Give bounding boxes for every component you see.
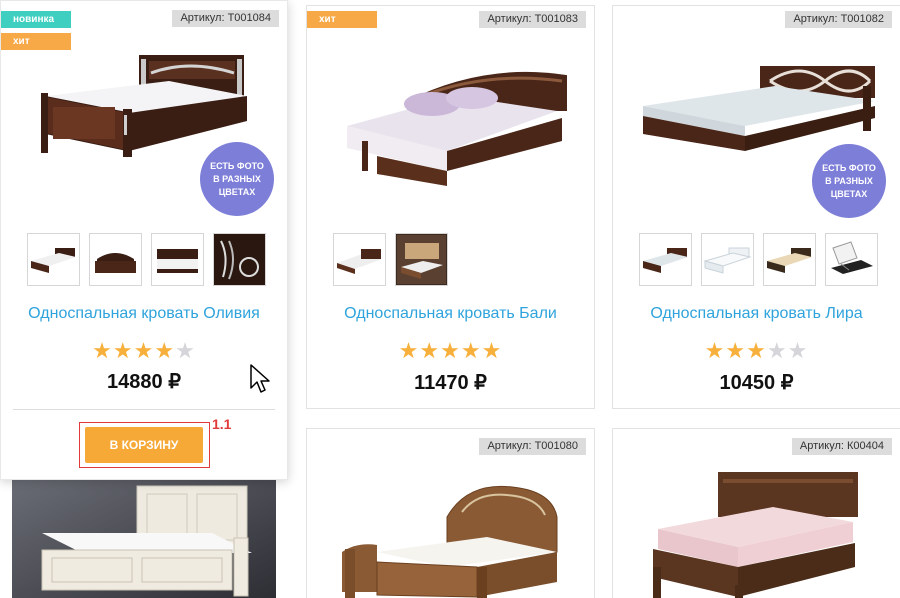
product-image[interactable] [643, 467, 873, 598]
thumbnail[interactable] [151, 233, 204, 286]
star-filled-icon: ★ [92, 338, 113, 363]
thumbnail[interactable] [763, 233, 816, 286]
sku-label: Артикул: Т001084 [172, 10, 279, 27]
product-title-link[interactable]: Односпальная кровать Бали [307, 305, 594, 323]
product-card-3[interactable]: Артикул: Т001082 ЕСТЬ ФОТО В РАЗНЫХ ЦВЕТ… [612, 5, 900, 409]
product-card-6[interactable]: Артикул: К00404 [612, 428, 900, 598]
star-filled-icon: ★ [725, 338, 747, 363]
badge-new: новинка [1, 11, 71, 28]
sku-label: Артикул: Т001083 [479, 11, 586, 28]
product-price: 10450 ₽ [719, 372, 794, 394]
product-card-1-hovered[interactable]: новинка хит Артикул: Т001084 ЕСТЬ ФОТО В… [0, 0, 288, 480]
rating-stars: ★★★★★ [307, 340, 594, 362]
promo-photos-badge[interactable]: ЕСТЬ ФОТО В РАЗНЫХ ЦВЕТАХ [812, 144, 886, 218]
add-to-cart-button[interactable]: В КОРЗИНУ [85, 427, 203, 463]
thumbnail[interactable] [825, 233, 878, 286]
product-card-5[interactable]: Артикул: Т001080 [306, 428, 595, 598]
star-filled-icon: ★ [440, 338, 461, 363]
thumbnail-strip [27, 233, 266, 286]
thumbnail-strip [639, 233, 878, 286]
promo-photos-badge[interactable]: ЕСТЬ ФОТО В РАЗНЫХ ЦВЕТАХ [200, 142, 274, 216]
mouse-cursor-icon [250, 364, 270, 399]
product-card-4-white-bed[interactable] [12, 478, 276, 598]
thumbnail-strip [333, 233, 448, 286]
star-empty-icon: ★ [175, 338, 196, 363]
product-image[interactable] [635, 56, 880, 156]
product-image[interactable] [337, 56, 567, 186]
star-filled-icon: ★ [746, 338, 767, 363]
sku-label: Артикул: Т001082 [785, 11, 892, 28]
sku-label: Артикул: К00404 [791, 438, 892, 455]
star-filled-icon: ★ [133, 338, 155, 363]
thumbnail[interactable] [213, 233, 266, 286]
thumbnail[interactable] [89, 233, 142, 286]
thumbnail[interactable] [27, 233, 80, 286]
product-title-link[interactable]: Односпальная кровать Оливия [1, 305, 287, 323]
thumbnail[interactable] [701, 233, 754, 286]
product-image[interactable] [12, 478, 276, 598]
catalog-page: Артикул: Т001080 Артикул: К00404 хит Арт… [0, 0, 900, 598]
thumbnail[interactable] [333, 233, 386, 286]
thumbnail[interactable] [639, 233, 692, 286]
star-filled-icon: ★ [460, 338, 482, 363]
star-filled-icon: ★ [481, 338, 503, 363]
star-empty-icon: ★ [787, 338, 809, 363]
badge-hit: хит [307, 11, 377, 28]
thumbnail[interactable] [395, 233, 448, 286]
star-filled-icon: ★ [419, 338, 441, 363]
product-price: 11470 ₽ [414, 372, 487, 394]
badge-hit: хит [1, 33, 71, 50]
step-annotation-label: 1.1 [212, 416, 232, 432]
product-image[interactable] [337, 467, 567, 598]
product-card-2[interactable]: хит Артикул: Т001083 Односпальная кроват… [306, 5, 595, 409]
star-filled-icon: ★ [704, 338, 726, 363]
product-title-link[interactable]: Односпальная кровать Лира [613, 305, 900, 323]
star-filled-icon: ★ [154, 338, 176, 363]
rating-stars: ★★★★★ [613, 340, 900, 362]
rating-stars: ★★★★★ [1, 340, 287, 362]
star-empty-icon: ★ [766, 338, 788, 363]
card-divider [13, 409, 275, 410]
sku-label: Артикул: Т001080 [479, 438, 586, 455]
star-filled-icon: ★ [398, 338, 420, 363]
product-price: 14880 ₽ [107, 371, 181, 393]
star-filled-icon: ★ [112, 338, 134, 363]
